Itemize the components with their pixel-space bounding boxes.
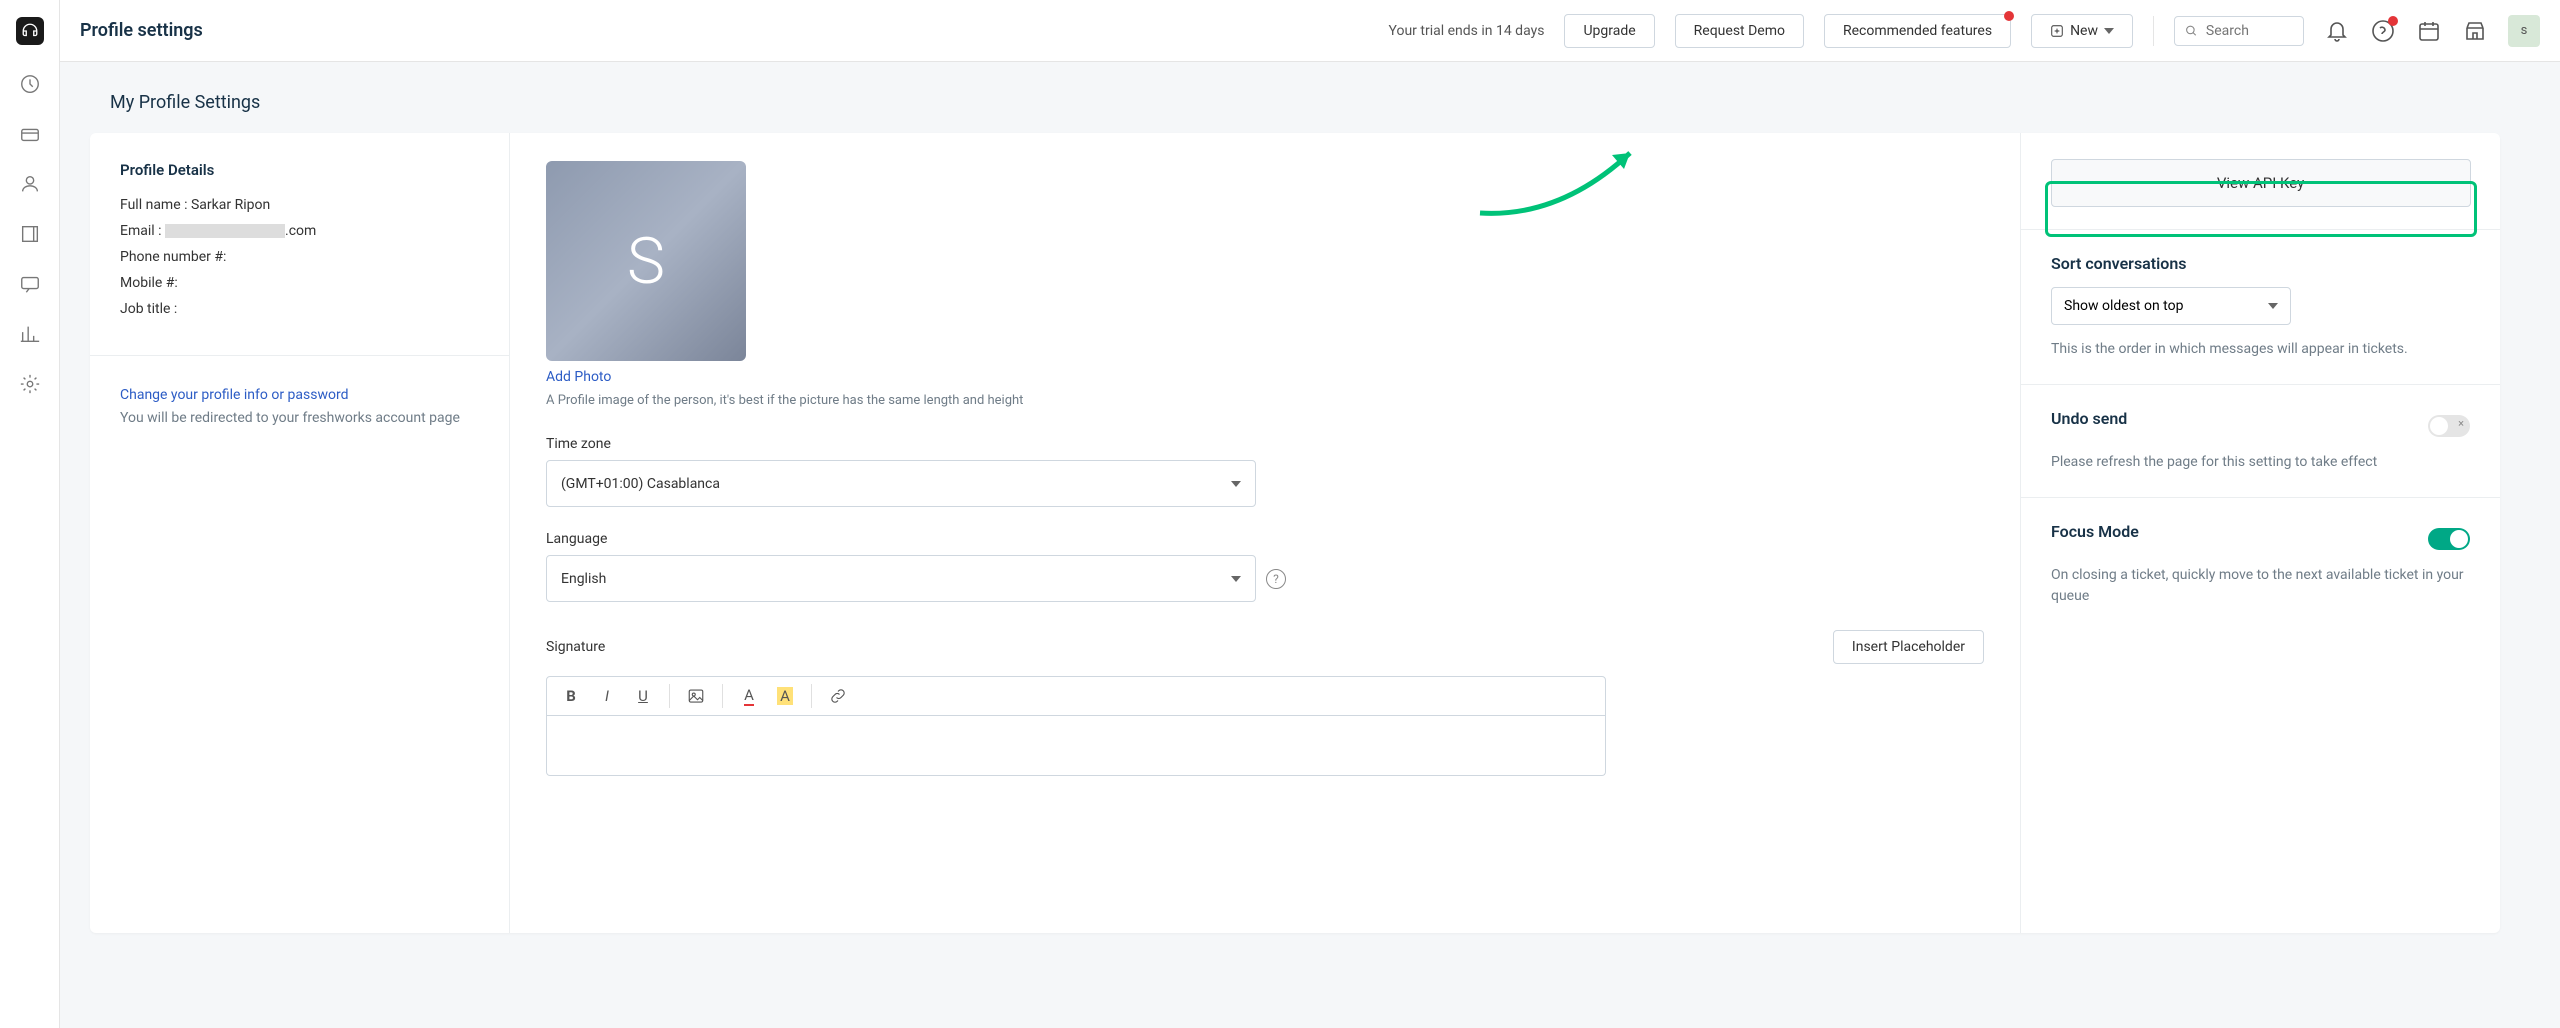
language-select[interactable]: English bbox=[546, 555, 1256, 602]
language-label: Language bbox=[546, 531, 1984, 547]
chevron-down-icon bbox=[1231, 576, 1241, 582]
chat-icon[interactable] bbox=[19, 273, 41, 295]
text-color-icon[interactable]: A bbox=[735, 682, 763, 710]
dashboard-icon[interactable] bbox=[19, 73, 41, 95]
search-box[interactable] bbox=[2174, 16, 2304, 46]
middle-column: S Add Photo A Profile image of the perso… bbox=[510, 133, 2020, 933]
timezone-value: (GMT+01:00) Casablanca bbox=[561, 476, 720, 492]
search-input[interactable] bbox=[2206, 23, 2293, 39]
view-api-key-button[interactable]: View API Key bbox=[2051, 159, 2471, 207]
trial-notice: Your trial ends in 14 days bbox=[1389, 23, 1545, 39]
sort-desc: This is the order in which messages will… bbox=[2051, 339, 2470, 360]
phone-row: Phone number #: bbox=[120, 249, 479, 265]
app-logo[interactable] bbox=[16, 17, 44, 45]
user-avatar[interactable]: s bbox=[2508, 15, 2540, 47]
notification-dot-icon bbox=[2388, 16, 2398, 26]
job-row: Job title : bbox=[120, 301, 479, 317]
signature-editor[interactable] bbox=[546, 716, 1606, 776]
left-column: Profile Details Full name : Sarkar Ripon… bbox=[90, 133, 510, 933]
underline-icon[interactable]: U bbox=[629, 682, 657, 710]
insert-placeholder-button[interactable]: Insert Placeholder bbox=[1833, 630, 1984, 664]
chevron-down-icon bbox=[2104, 28, 2114, 34]
sort-select[interactable]: Show oldest on top bbox=[2051, 287, 2291, 325]
right-column: View API Key Sort conversations Show old… bbox=[2020, 133, 2500, 933]
focus-toggle[interactable] bbox=[2428, 528, 2470, 550]
separator bbox=[811, 684, 812, 708]
bg-color-icon[interactable]: A bbox=[771, 682, 799, 710]
undo-toggle[interactable] bbox=[2428, 415, 2470, 437]
focus-desc: On closing a ticket, quickly move to the… bbox=[2051, 565, 2470, 607]
photo-desc: A Profile image of the person, it's best… bbox=[546, 393, 1984, 408]
request-demo-button[interactable]: Request Demo bbox=[1675, 14, 1804, 48]
add-photo-link[interactable]: Add Photo bbox=[546, 369, 1984, 385]
settings-icon[interactable] bbox=[19, 373, 41, 395]
redacted-email bbox=[165, 224, 285, 238]
separator bbox=[722, 684, 723, 708]
language-value: English bbox=[561, 571, 606, 587]
contacts-icon[interactable] bbox=[19, 173, 41, 195]
timezone-select[interactable]: (GMT+01:00) Casablanca bbox=[546, 460, 1256, 507]
content-heading: My Profile Settings bbox=[90, 92, 2500, 113]
sidebar bbox=[0, 0, 60, 1028]
new-label: New bbox=[2070, 23, 2098, 39]
chevron-down-icon bbox=[2268, 303, 2278, 309]
marketplace-icon[interactable] bbox=[2462, 18, 2488, 44]
mobile-row: Mobile #: bbox=[120, 275, 479, 291]
settings-card: Profile Details Full name : Sarkar Ripon… bbox=[90, 133, 2500, 933]
undo-desc: Please refresh the page for this setting… bbox=[2051, 452, 2470, 473]
bell-icon[interactable] bbox=[2324, 18, 2350, 44]
profile-details-title: Profile Details bbox=[120, 161, 479, 179]
plus-icon bbox=[2050, 24, 2064, 38]
profile-photo: S bbox=[546, 161, 746, 361]
separator bbox=[669, 684, 670, 708]
timezone-label: Time zone bbox=[546, 436, 1984, 452]
signature-toolbar: B I U A A bbox=[546, 676, 1606, 716]
change-profile-link[interactable]: Change your profile info or password bbox=[120, 387, 348, 403]
recommended-label: Recommended features bbox=[1843, 23, 1992, 39]
link-icon[interactable] bbox=[824, 682, 852, 710]
recommended-features-button[interactable]: Recommended features bbox=[1824, 14, 2011, 48]
calendar-icon[interactable] bbox=[2416, 18, 2442, 44]
bold-icon[interactable]: B bbox=[557, 682, 585, 710]
image-icon[interactable] bbox=[682, 682, 710, 710]
focus-title: Focus Mode bbox=[2051, 522, 2139, 541]
undo-title: Undo send bbox=[2051, 409, 2127, 428]
solutions-icon[interactable] bbox=[19, 223, 41, 245]
signature-label: Signature bbox=[546, 639, 605, 655]
email-row: Email : .com bbox=[120, 223, 479, 239]
upgrade-button[interactable]: Upgrade bbox=[1564, 14, 1654, 48]
topbar: Profile settings Your trial ends in 14 d… bbox=[60, 0, 2560, 62]
page-title: Profile settings bbox=[80, 20, 203, 41]
chevron-down-icon bbox=[1231, 481, 1241, 487]
notification-dot-icon bbox=[2004, 11, 2014, 21]
change-profile-desc: You will be redirected to your freshwork… bbox=[120, 409, 479, 429]
reports-icon[interactable] bbox=[19, 323, 41, 345]
sort-value: Show oldest on top bbox=[2064, 298, 2183, 314]
new-button[interactable]: New bbox=[2031, 14, 2133, 48]
divider bbox=[2153, 16, 2154, 46]
tickets-icon[interactable] bbox=[19, 123, 41, 145]
italic-icon[interactable]: I bbox=[593, 682, 621, 710]
help-icon[interactable] bbox=[2370, 18, 2396, 44]
search-icon bbox=[2185, 23, 2198, 39]
fullname-row: Full name : Sarkar Ripon bbox=[120, 197, 479, 213]
sort-title: Sort conversations bbox=[2051, 254, 2470, 273]
help-icon[interactable]: ? bbox=[1266, 569, 1286, 589]
